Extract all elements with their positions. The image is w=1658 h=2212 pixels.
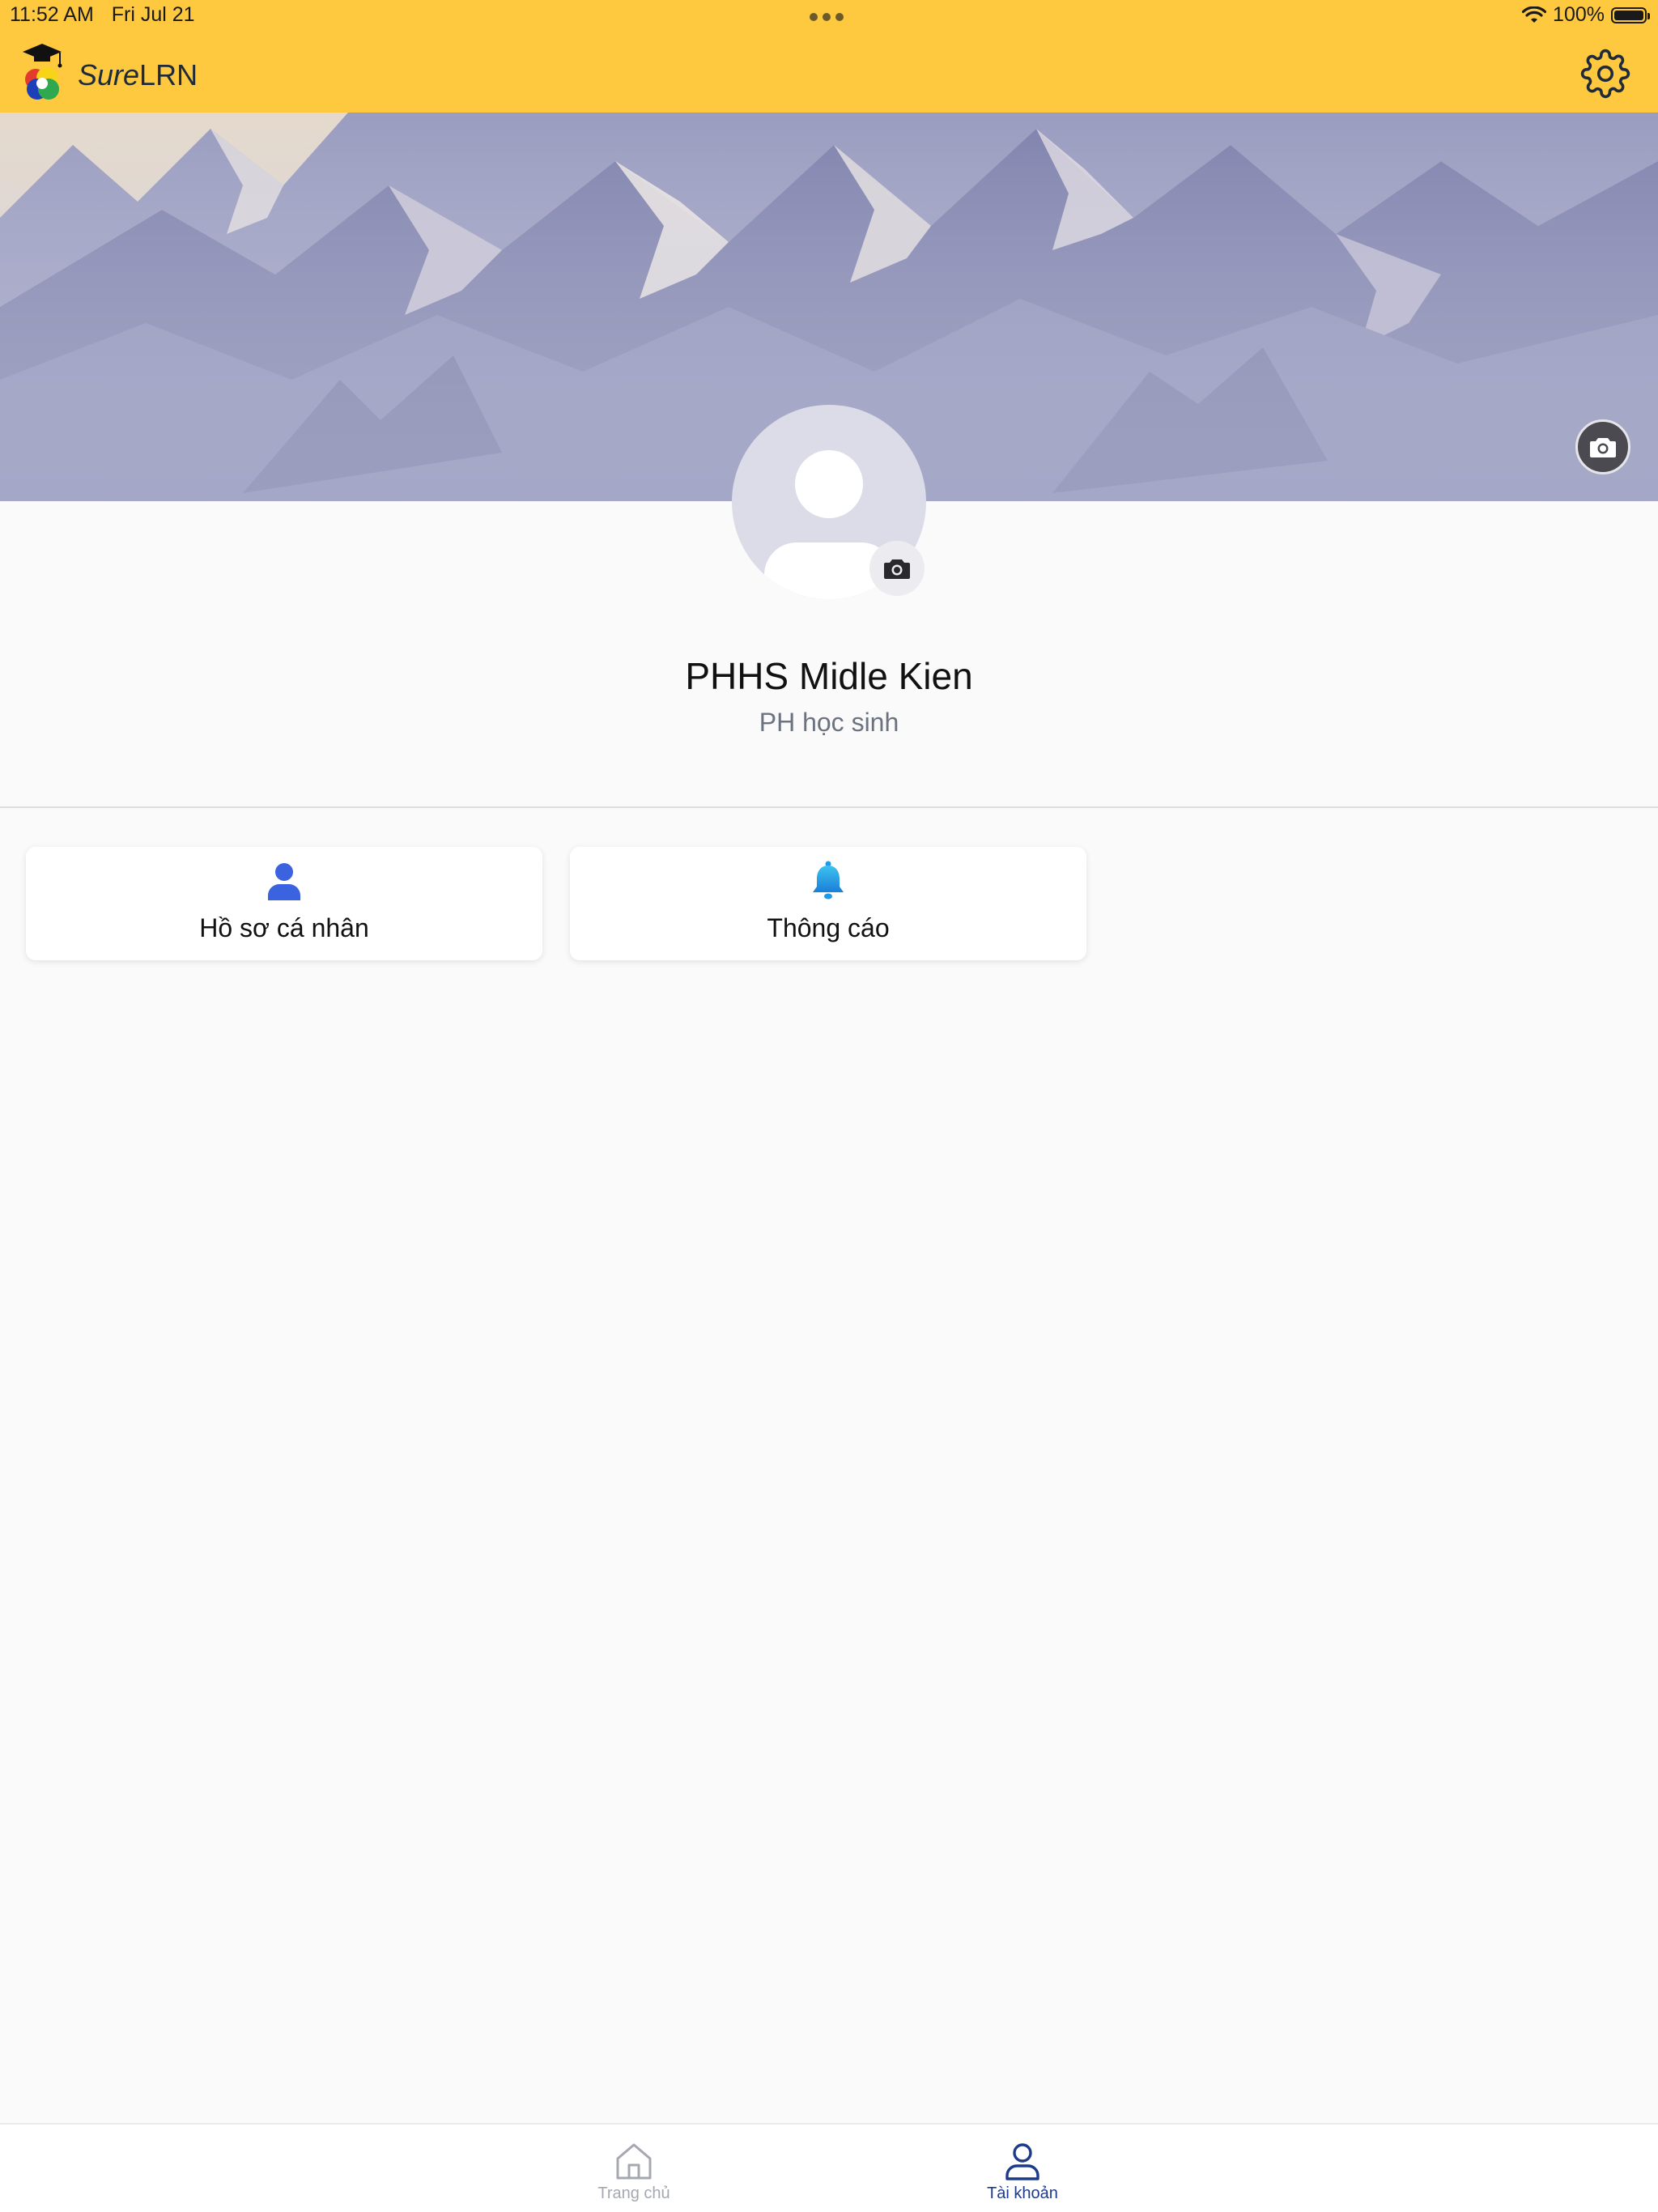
change-cover-camera-button[interactable] bbox=[1575, 419, 1630, 474]
person-icon bbox=[268, 863, 300, 900]
user-role: PH học sinh bbox=[759, 708, 899, 737]
user-name: PHHS Midle Kien bbox=[685, 655, 973, 697]
nav-label-account: Tài khoản bbox=[987, 2184, 1058, 2202]
announcements-label: Thông cáo bbox=[767, 913, 890, 942]
battery-icon bbox=[1611, 6, 1650, 23]
camera-icon bbox=[1590, 438, 1616, 457]
camera-icon bbox=[884, 559, 910, 579]
multitasking-dots-icon[interactable] bbox=[810, 13, 844, 21]
status-bar-right: 100% bbox=[1522, 3, 1650, 27]
nav-item-account[interactable]: Tài khoản bbox=[942, 2141, 1103, 2203]
announcements-card[interactable]: Thông cáo bbox=[570, 847, 1086, 960]
nav-item-home[interactable]: Trang chủ bbox=[553, 2141, 715, 2203]
battery-percent: 100% bbox=[1553, 3, 1605, 26]
status-date: Fri Jul 21 bbox=[111, 3, 195, 26]
status-bar-left: 11:52 AM Fri Jul 21 bbox=[10, 3, 195, 27]
wifi-icon bbox=[1522, 6, 1547, 23]
nav-label-home: Trang chủ bbox=[597, 2184, 670, 2202]
status-time: 11:52 AM bbox=[10, 3, 94, 26]
home-icon bbox=[616, 2143, 652, 2180]
personal-profile-card[interactable]: Hồ sơ cá nhân bbox=[26, 847, 542, 960]
surelrn-logo-icon bbox=[23, 44, 62, 100]
change-avatar-camera-button[interactable] bbox=[869, 541, 925, 596]
app-name: SureLRN bbox=[78, 58, 198, 91]
settings-gear-icon[interactable] bbox=[1580, 49, 1630, 99]
bell-icon bbox=[813, 861, 844, 900]
divider bbox=[0, 806, 1658, 808]
user-icon bbox=[1005, 2143, 1039, 2180]
top-bar: 11:52 AM Fri Jul 21 100% SureLRN bbox=[0, 0, 1658, 113]
bottom-nav: Trang chủ Tài khoản bbox=[0, 2123, 1658, 2212]
personal-profile-label: Hồ sơ cá nhân bbox=[199, 913, 369, 942]
